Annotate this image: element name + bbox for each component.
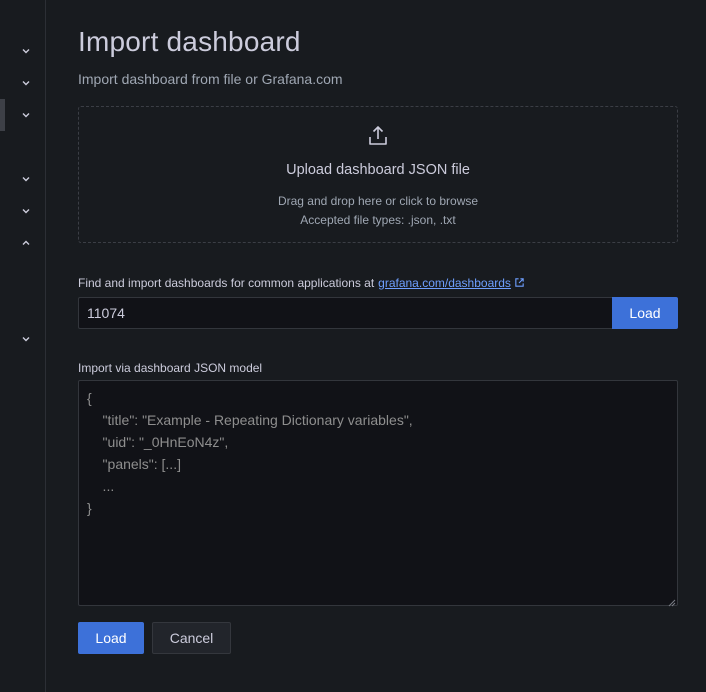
upload-accepted-types: Accepted file types: .json, .txt (300, 213, 456, 227)
chevron-up-icon[interactable] (18, 235, 34, 251)
sidebar (0, 0, 46, 692)
chevron-down-icon[interactable] (18, 171, 34, 187)
json-line: { (87, 390, 92, 406)
upload-icon (366, 124, 390, 148)
app-window: Import dashboard Import dashboard from f… (0, 0, 706, 692)
json-line: } (87, 500, 92, 516)
json-model-label: Import via dashboard JSON model (78, 361, 263, 375)
find-dashboards-label: Find and import dashboards for common ap… (78, 276, 526, 290)
external-link-icon[interactable] (514, 277, 526, 289)
find-dashboards-text: Find and import dashboards for common ap… (78, 276, 375, 290)
chevron-down-icon[interactable] (18, 43, 34, 59)
grafana-dashboards-link[interactable]: grafana.com/dashboards (378, 276, 511, 290)
json-line: ... (87, 478, 115, 494)
chevron-down-icon[interactable] (18, 331, 34, 347)
resize-handle-icon[interactable] (666, 594, 676, 607)
load-id-button[interactable]: Load (612, 297, 678, 329)
json-model-textarea[interactable]: { "title": "Example - Repeating Dictiona… (78, 380, 678, 607)
sidebar-active-indicator (0, 99, 5, 131)
load-button[interactable]: Load (78, 622, 144, 654)
page-title: Import dashboard (78, 26, 301, 57)
chevron-down-icon[interactable] (18, 75, 34, 91)
upload-hint: Drag and drop here or click to browse (277, 194, 479, 208)
upload-dropzone[interactable]: Upload dashboard JSON file Drag and drop… (78, 106, 678, 243)
json-line: "title": "Example - Repeating Dictionary… (87, 412, 413, 428)
cancel-button[interactable]: Cancel (152, 622, 231, 654)
dashboard-id-input[interactable] (78, 297, 612, 329)
upload-title: Upload dashboard JSON file (286, 162, 470, 178)
chevron-down-icon[interactable] (18, 203, 34, 219)
chevron-down-icon[interactable] (18, 107, 34, 123)
json-line: "uid": "_0HnEoN4z", (87, 434, 229, 450)
json-line: "panels": [...] (87, 456, 181, 472)
page-subtitle: Import dashboard from file or Grafana.co… (78, 71, 343, 87)
